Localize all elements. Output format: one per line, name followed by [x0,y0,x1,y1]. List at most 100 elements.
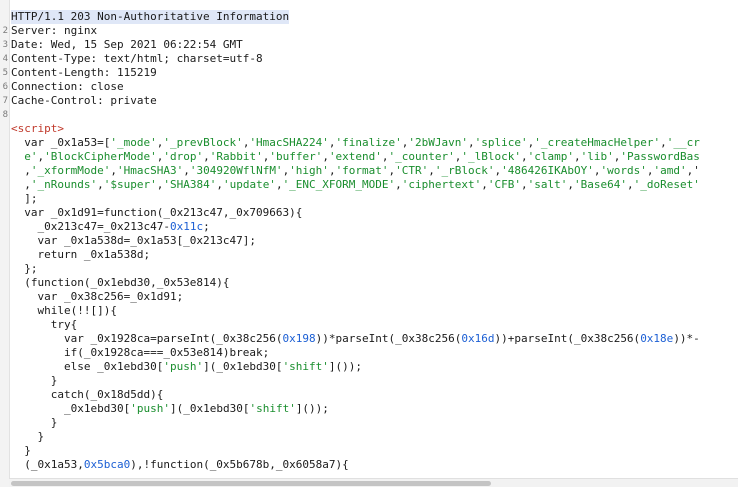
code-token: 'clamp' [527,150,574,163]
code-token: <script> [11,122,64,135]
code-token: Content-Length: 115219 [11,66,157,79]
code-token: 'buffer' [269,150,323,163]
code-token: ))*parseInt(_0x38c256( [315,332,462,345]
code-token: Content-Type: text/html; charset=utf-8 [11,52,263,65]
code-token: '_doReset' [633,178,700,191]
code-token: '486426IKAbOY' [501,164,594,177]
code-token: 'drop' [163,150,204,163]
code-token: 'push' [163,360,204,373]
code-token: catch(_0x18d5dd){ [11,388,164,401]
response-viewer[interactable]: 2 3 4 5 6 7 8 HTTP/1.1 203 Non-Authoritative I… [0,0,738,487]
code-line: HTTP/1.1 203 Non-Authoritative Informati… [11,10,290,24]
code-token: ]()); [295,402,329,415]
line-number: 8 [2,110,8,120]
code-line: Server: nginx [11,24,97,38]
code-token: else _0x1ebd30[ [11,360,164,373]
code-token: _0x213c47=_0x213c47- [11,220,170,233]
code-token: ; [203,220,210,233]
code-token: ](_0x1ebd30[ [169,402,250,415]
code-line: var _0x1928ca=parseInt(_0x38c256(0x198))… [11,332,700,346]
code-line: Content-Type: text/html; charset=utf-8 [11,52,263,66]
code-token: ),!function(_0x5b678b,_0x6058a7){ [130,458,349,471]
code-token: , [627,178,634,191]
code-token: var _0x1a53=[ [11,136,111,149]
code-token: 'Base64' [574,178,627,191]
code-token: (_0x1a53, [11,458,84,471]
code-token: '_rBlock' [434,164,495,177]
code-token: '304920WflNfM' [189,164,283,177]
code-line: }; [11,262,37,276]
code-token: 'finalize' [335,136,402,149]
code-token: 'BlockCipherMode' [44,150,157,163]
code-token: , [521,150,528,163]
code-line: ,'_nRounds','$super','SHA384','update','… [11,178,700,192]
line-number: 7 [2,96,8,106]
code-line: (function(_0x1ebd30,_0x53e814){ [11,276,230,290]
code-line: var _0x1a538d=_0x1a53[_0x213c47]; [11,234,256,248]
code-line: Date: Wed, 15 Sep 2021 06:22:54 GMT [11,38,243,52]
code-token: '_lBlock' [461,150,522,163]
code-line: var _0x1a53=['_mode','_prevBlock','HmacS… [11,136,700,150]
code-line: <script> [11,122,64,136]
code-line: (_0x1a53,0x5bca0),!function(_0x5b678b,_0… [11,458,349,472]
code-token: 'HmacSHA3' [116,164,184,177]
code-token: , [216,178,223,191]
code-token: , [660,136,667,149]
code-token: , [322,150,329,163]
code-token: 'extend' [328,150,382,163]
code-token: try{ [11,318,78,331]
code-token: var _0x1928ca=parseInt(_0x38c256( [11,332,283,345]
code-token: 'CFB' [487,178,522,191]
code-token: '_createHmacHelper' [534,136,661,149]
code-line: _0x213c47=_0x213c47-0x11c; [11,220,210,234]
line-number: 4 [2,54,8,64]
code-token: 'ciphertext' [401,178,482,191]
line-number: 3 [2,40,8,50]
line-number: 5 [2,68,8,78]
horizontal-scrollbar[interactable] [9,478,738,487]
code-token: 0x198 [282,332,316,345]
code-token: '$super' [103,178,157,191]
line-number: 6 [2,82,8,92]
code-token: return _0x1a538d; [11,248,151,261]
code-line: try{ [11,318,78,332]
code-token: ](_0x1ebd30[ [203,360,283,373]
code-line: } [11,416,58,430]
code-token: , [593,164,601,177]
code-token: Date: Wed, 15 Sep 2021 06:22:54 GMT [11,38,243,51]
code-token: } [11,430,45,443]
code-token: , [183,164,190,177]
code-line: Connection: close [11,80,124,94]
code-token: ,' [686,164,700,177]
code-token: , [381,150,389,163]
code-token: 'Rabbit' [209,150,263,163]
code-token: 'splice' [474,136,528,149]
code-token: HTTP/1.1 203 Non-Authoritative Informati… [11,10,290,23]
code-token: , [574,150,581,163]
code-token: , [328,136,336,149]
code-line: var _0x38c256=_0x1d91; [11,290,183,304]
code-token: 'lib' [580,150,614,163]
code-line: else _0x1ebd30['push'](_0x1ebd30['shift'… [11,360,362,374]
code-token: 0x11c [169,220,204,233]
scrollbar-thumb[interactable] [11,481,491,486]
line-number-gutter: 2 3 4 5 6 7 8 [0,0,10,487]
code-token: '_counter' [388,150,455,163]
code-token: '_nRounds' [30,178,98,191]
code-token: , [428,164,435,177]
code-token: 'salt' [527,178,568,191]
code-token: e' [24,150,38,163]
code-line: Content-Length: 115219 [11,66,157,80]
code-token: , [11,178,31,191]
code-token: 'HmacSHA224' [249,136,329,149]
code-line: Cache-Control: private [11,94,157,108]
code-token: 'words' [600,164,647,177]
code-line: } [11,444,31,458]
code-token: (function(_0x1ebd30,_0x53e814){ [11,276,230,289]
code-line: e','BlockCipherMode','drop','Rabbit','bu… [11,150,700,164]
code-line: } [11,430,44,444]
code-token: while(!![]){ [11,304,117,317]
code-token: 0x5bca0 [83,458,131,471]
code-token: '_mode' [110,136,157,149]
